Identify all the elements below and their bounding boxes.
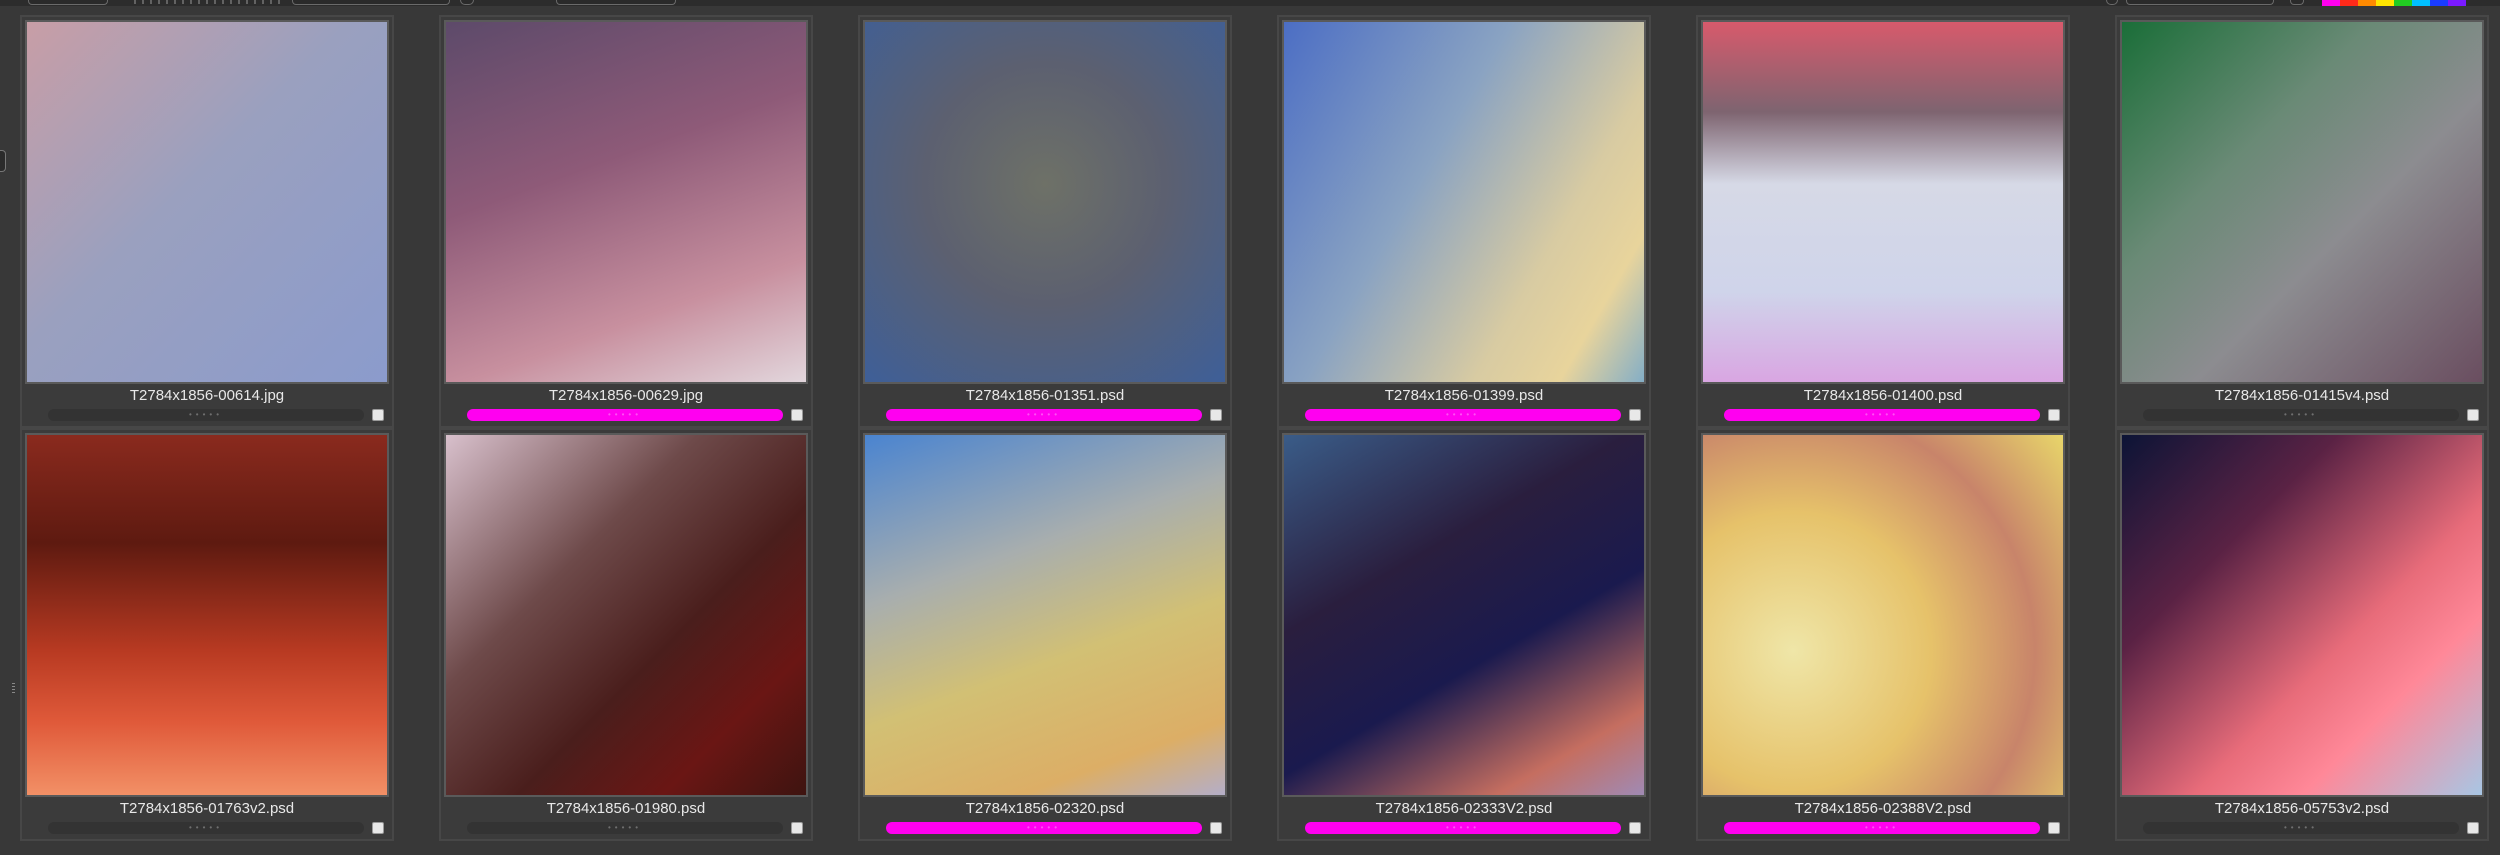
thumbnail-image[interactable] bbox=[25, 20, 389, 384]
label-swatch[interactable] bbox=[2376, 0, 2394, 6]
thumbnail-filename: T2784x1856-01351.psd bbox=[965, 387, 1125, 404]
select-checkbox[interactable] bbox=[372, 409, 384, 421]
thumbnail-item[interactable]: T2784x1856-01399.psd ••••• bbox=[1277, 15, 1651, 428]
select-checkbox[interactable] bbox=[791, 822, 803, 834]
thumbnail-item[interactable]: T2784x1856-02320.psd ••••• bbox=[858, 428, 1232, 841]
thumbnail-image[interactable] bbox=[2120, 433, 2484, 797]
thumbnail-item[interactable]: T2784x1856-00614.jpg ••••• bbox=[20, 15, 394, 428]
rating-stars[interactable]: ••••• bbox=[2284, 410, 2318, 420]
color-label-magenta[interactable]: ••••• bbox=[1305, 409, 1621, 421]
select-checkbox[interactable] bbox=[1210, 822, 1222, 834]
thumbnail-filename: T2784x1856-01399.psd bbox=[1384, 387, 1544, 404]
color-label-magenta[interactable]: ••••• bbox=[1724, 409, 2040, 421]
select-checkbox[interactable] bbox=[2048, 409, 2060, 421]
label-color-filter[interactable] bbox=[2322, 0, 2466, 6]
toolbar-thumbnail-size-slider[interactable] bbox=[134, 0, 284, 4]
toolbar-segment-sort[interactable] bbox=[556, 0, 676, 5]
thumbnail-item[interactable]: T2784x1856-01763v2.psd ••••• bbox=[20, 428, 394, 841]
select-checkbox[interactable] bbox=[791, 409, 803, 421]
thumbnail-item[interactable]: T2784x1856-01400.psd ••••• bbox=[1696, 15, 2070, 428]
color-label-magenta[interactable]: ••••• bbox=[1305, 822, 1621, 834]
label-swatch[interactable] bbox=[2394, 0, 2412, 6]
thumbnail-item[interactable]: T2784x1856-02388V2.psd ••••• bbox=[1696, 428, 2070, 841]
star-rating[interactable]: ••••• bbox=[2143, 409, 2459, 421]
color-label-magenta[interactable]: ••••• bbox=[1724, 822, 2040, 834]
thumbnail-image[interactable] bbox=[863, 20, 1227, 384]
star-rating[interactable]: ••••• bbox=[48, 409, 364, 421]
rating-stars[interactable]: ••••• bbox=[608, 823, 642, 833]
rating-stars[interactable]: ••••• bbox=[1865, 410, 1899, 420]
panel-resize-grip[interactable] bbox=[12, 683, 15, 693]
label-swatch[interactable] bbox=[2358, 0, 2376, 6]
panel-collapse-handle[interactable] bbox=[0, 150, 6, 172]
content-browser: T2784x1856-00614.jpg ••••• T2784x1856-0062… bbox=[0, 0, 2500, 855]
star-rating[interactable]: ••••• bbox=[467, 822, 783, 834]
select-checkbox[interactable] bbox=[2048, 822, 2060, 834]
thumbnail-item[interactable]: T2784x1856-01415v4.psd ••••• bbox=[2115, 15, 2489, 428]
select-checkbox[interactable] bbox=[1629, 822, 1641, 834]
toolbar-segment-view[interactable] bbox=[28, 0, 108, 5]
star-rating[interactable]: ••••• bbox=[48, 822, 364, 834]
thumbnail-filename: T2784x1856-01980.psd bbox=[546, 800, 706, 817]
rating-stars[interactable]: ••••• bbox=[2284, 823, 2318, 833]
thumbnail-item[interactable]: T2784x1856-05753v2.psd ••••• bbox=[2115, 428, 2489, 841]
select-checkbox[interactable] bbox=[1210, 409, 1222, 421]
thumbnail-image[interactable] bbox=[1282, 433, 1646, 797]
thumbnail-image[interactable] bbox=[1701, 433, 2065, 797]
thumbnail-item[interactable]: T2784x1856-02333V2.psd ••••• bbox=[1277, 428, 1651, 841]
color-label-magenta[interactable]: ••••• bbox=[467, 409, 783, 421]
search-input[interactable] bbox=[2126, 0, 2274, 5]
label-swatch[interactable] bbox=[2340, 0, 2358, 6]
label-swatch[interactable] bbox=[2322, 0, 2340, 6]
toolbar-segment-filter[interactable] bbox=[292, 0, 450, 5]
label-swatch[interactable] bbox=[2448, 0, 2466, 6]
thumbnail-item[interactable]: T2784x1856-01351.psd ••••• bbox=[858, 15, 1232, 428]
thumbnail-filename: T2784x1856-01415v4.psd bbox=[2214, 387, 2390, 404]
thumbnail-item[interactable]: T2784x1856-00629.jpg ••••• bbox=[439, 15, 813, 428]
thumbnail-image[interactable] bbox=[1282, 20, 1646, 384]
select-checkbox[interactable] bbox=[1629, 409, 1641, 421]
rating-stars[interactable]: ••••• bbox=[189, 823, 223, 833]
color-label-magenta[interactable]: ••••• bbox=[886, 409, 1202, 421]
thumbnail-filename: T2784x1856-00614.jpg bbox=[129, 387, 285, 404]
color-label-magenta[interactable]: ••••• bbox=[886, 822, 1202, 834]
label-swatch[interactable] bbox=[2430, 0, 2448, 6]
select-checkbox[interactable] bbox=[372, 822, 384, 834]
rating-stars[interactable]: ••••• bbox=[1446, 823, 1480, 833]
label-swatch[interactable] bbox=[2412, 0, 2430, 6]
thumbnail-item[interactable]: T2784x1856-01980.psd ••••• bbox=[439, 428, 813, 841]
thumbnail-filename: T2784x1856-01763v2.psd bbox=[119, 800, 295, 817]
thumbnail-image[interactable] bbox=[1701, 20, 2065, 384]
toolbar-round-button-right[interactable] bbox=[2106, 0, 2118, 5]
thumbnail-image[interactable] bbox=[444, 433, 808, 797]
thumbnail-image[interactable] bbox=[2120, 20, 2484, 384]
rating-stars[interactable]: ••••• bbox=[608, 410, 642, 420]
thumbnail-filename: T2784x1856-00629.jpg bbox=[548, 387, 704, 404]
rating-stars[interactable]: ••••• bbox=[1027, 410, 1061, 420]
rating-stars[interactable]: ••••• bbox=[1865, 823, 1899, 833]
thumbnail-filename: T2784x1856-02320.psd bbox=[965, 800, 1125, 817]
thumbnail-image[interactable] bbox=[444, 20, 808, 384]
thumbnail-filename: T2784x1856-02388V2.psd bbox=[1794, 800, 1972, 817]
thumbnail-image[interactable] bbox=[25, 433, 389, 797]
toolbar-round-button[interactable] bbox=[460, 0, 474, 5]
toolbar-small-button[interactable] bbox=[2290, 0, 2304, 5]
top-toolbar bbox=[0, 0, 2500, 6]
select-checkbox[interactable] bbox=[2467, 822, 2479, 834]
thumbnail-filename: T2784x1856-05753v2.psd bbox=[2214, 800, 2390, 817]
thumbnail-filename: T2784x1856-02333V2.psd bbox=[1375, 800, 1553, 817]
rating-stars[interactable]: ••••• bbox=[1027, 823, 1061, 833]
rating-stars[interactable]: ••••• bbox=[189, 410, 223, 420]
thumbnail-filename: T2784x1856-01400.psd bbox=[1803, 387, 1963, 404]
select-checkbox[interactable] bbox=[2467, 409, 2479, 421]
thumbnail-image[interactable] bbox=[863, 433, 1227, 797]
rating-stars[interactable]: ••••• bbox=[1446, 410, 1480, 420]
star-rating[interactable]: ••••• bbox=[2143, 822, 2459, 834]
